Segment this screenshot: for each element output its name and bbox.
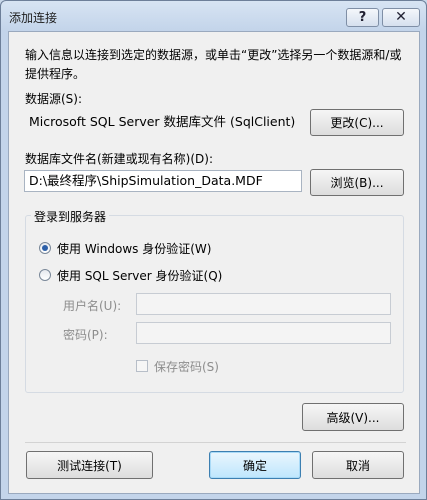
close-icon: ✕ bbox=[395, 9, 407, 25]
dialog-body: 输入信息以连接到选定的数据源，或单击“更改”选择另一个数据源和/或提供程序。 数… bbox=[8, 31, 420, 494]
add-connection-dialog: 添加连接 ? ✕ 输入信息以连接到选定的数据源，或单击“更改”选择另一个数据源和… bbox=[0, 0, 427, 500]
save-password-label: 保存密码(S) bbox=[154, 360, 219, 374]
window-title: 添加连接 bbox=[9, 11, 58, 25]
separator bbox=[25, 442, 406, 443]
browse-button[interactable]: 浏览(B)... bbox=[310, 169, 404, 196]
save-password-checkbox[interactable] bbox=[136, 360, 148, 372]
help-button[interactable]: ? bbox=[346, 8, 379, 27]
advanced-button[interactable]: 高级(V)... bbox=[302, 403, 404, 431]
windows-auth-label[interactable]: 使用 Windows 身份验证(W) bbox=[57, 240, 211, 257]
username-input[interactable] bbox=[136, 293, 391, 315]
windows-auth-radio[interactable] bbox=[39, 242, 51, 254]
dbfile-input[interactable]: D:\最终程序\ShipSimulation_Data.MDF bbox=[24, 170, 302, 192]
login-group-title: 登录到服务器 bbox=[31, 208, 110, 225]
ok-button[interactable]: 确定 bbox=[209, 451, 301, 479]
instruction-text: 输入信息以连接到选定的数据源，或单击“更改”选择另一个数据源和/或提供程序。 bbox=[25, 48, 402, 81]
title-bar[interactable]: 添加连接 ? ✕ bbox=[1, 1, 426, 31]
test-connection-button[interactable]: 测试连接(T) bbox=[26, 451, 153, 479]
datasource-label: 数据源(S): bbox=[25, 92, 83, 106]
cancel-button[interactable]: 取消 bbox=[312, 451, 404, 479]
datasource-value: Microsoft SQL Server 数据库文件 (SqlClient) bbox=[24, 110, 297, 132]
password-input[interactable] bbox=[136, 322, 391, 344]
change-datasource-button[interactable]: 更改(C)... bbox=[310, 109, 404, 136]
password-label: 密码(P): bbox=[63, 328, 108, 342]
help-icon: ? bbox=[358, 10, 367, 25]
sql-auth-radio[interactable] bbox=[39, 269, 51, 281]
sql-auth-label[interactable]: 使用 SQL Server 身份验证(Q) bbox=[57, 267, 222, 284]
close-button[interactable]: ✕ bbox=[382, 8, 420, 27]
dbfile-label: 数据库文件名(新建或现有名称)(D): bbox=[25, 152, 214, 166]
username-label: 用户名(U): bbox=[63, 299, 122, 313]
